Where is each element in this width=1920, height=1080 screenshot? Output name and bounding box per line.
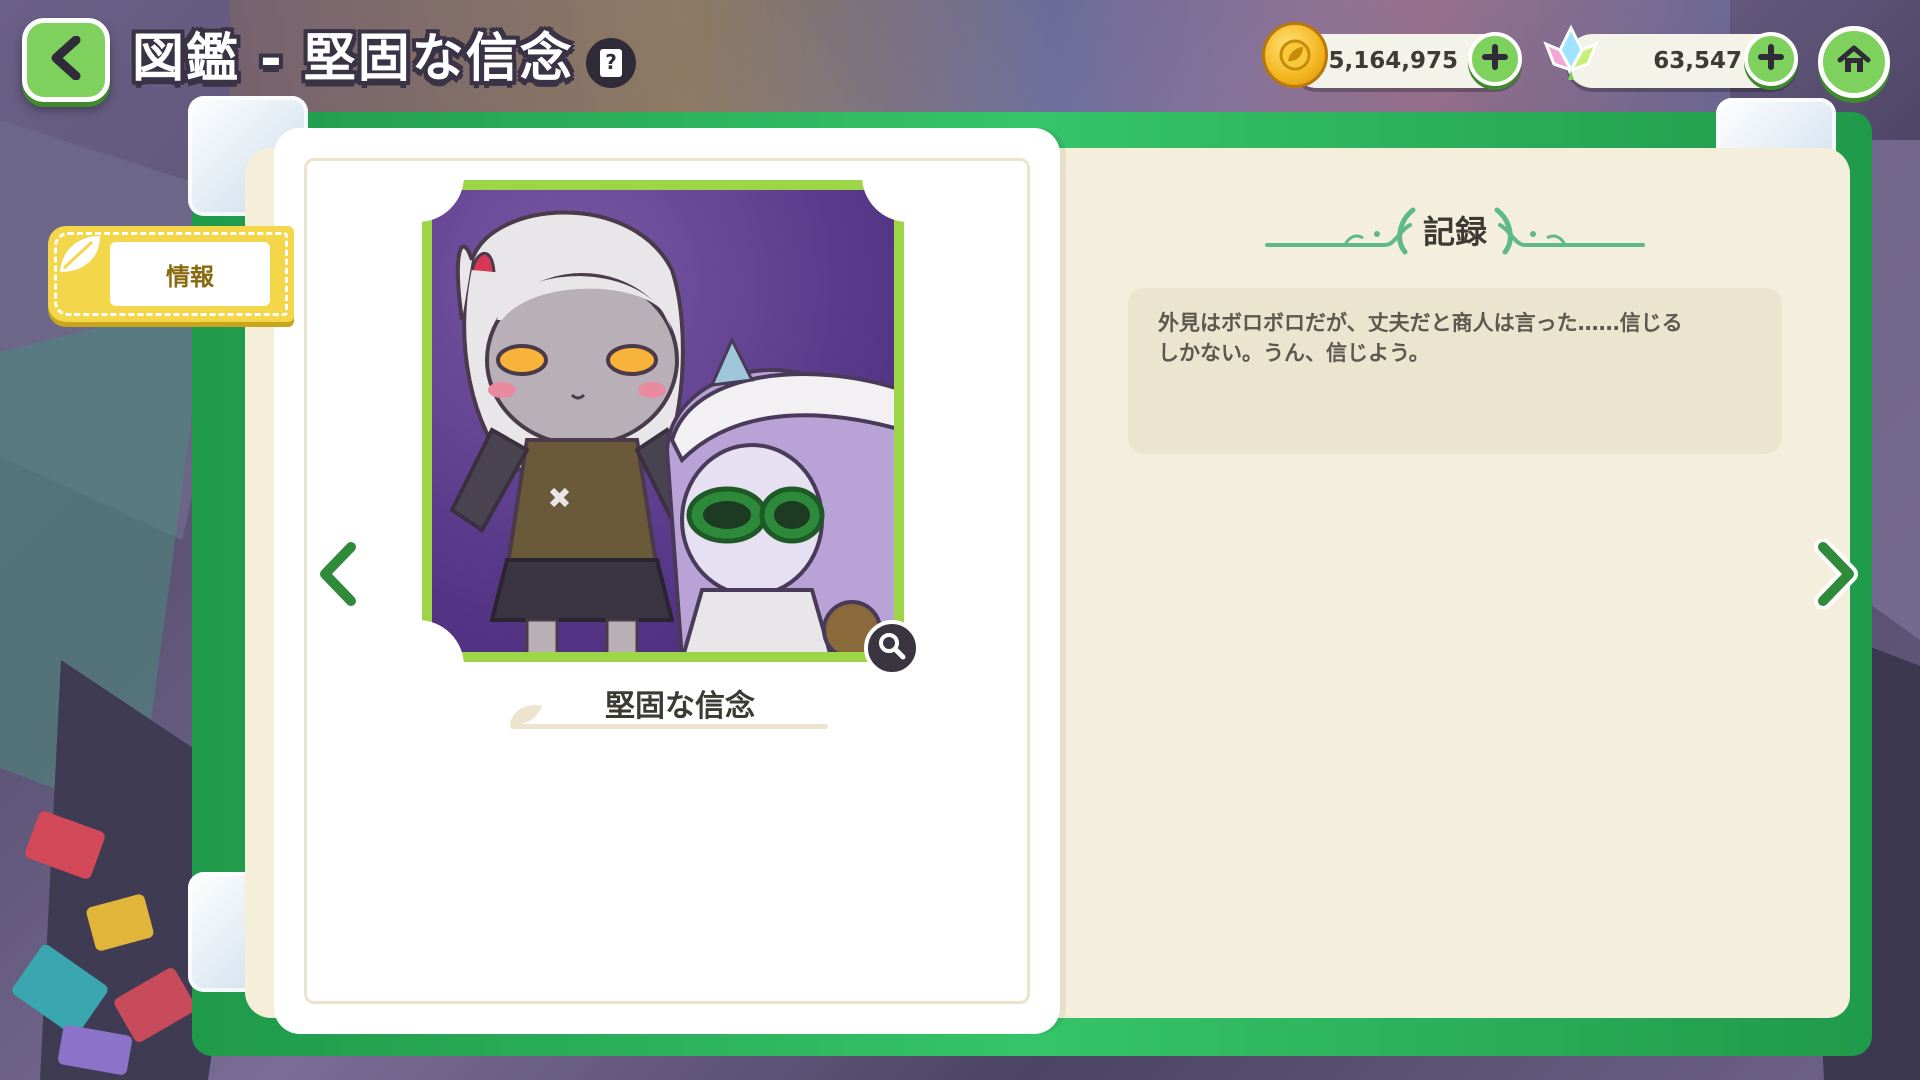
- record-text: 外見はボロボロだが、丈夫だと商人は言った……信じる しかない。うん、信じよう。: [1158, 311, 1683, 365]
- item-illustration: [418, 176, 908, 666]
- next-item-button[interactable]: [1806, 536, 1866, 616]
- tab-info-label: 情報: [110, 242, 270, 306]
- chevron-left-icon: [313, 538, 363, 613]
- chevron-right-icon: [1811, 538, 1861, 613]
- home-button[interactable]: [1818, 26, 1890, 98]
- zoom-button[interactable]: [864, 620, 920, 676]
- tab-info[interactable]: 情報: [48, 226, 294, 322]
- add-coins-button[interactable]: [1468, 32, 1522, 86]
- prev-item-button[interactable]: [308, 536, 368, 616]
- add-gems-button[interactable]: [1744, 32, 1798, 86]
- crystal-icon: [1538, 20, 1604, 86]
- chevron-left-icon: [48, 35, 84, 84]
- plus-icon: [1482, 44, 1508, 74]
- home-icon: [1837, 44, 1871, 80]
- back-button[interactable]: [22, 18, 110, 102]
- coin-icon: [1262, 22, 1328, 88]
- leaf-icon: [60, 236, 100, 272]
- magnifier-icon: [878, 632, 906, 664]
- plus-icon: [1758, 44, 1784, 74]
- question-icon: ?: [600, 49, 622, 77]
- item-name: 堅固な信念: [605, 689, 755, 724]
- help-button[interactable]: ?: [586, 38, 636, 88]
- page-title: 図鑑 - 堅固な信念: [132, 29, 574, 89]
- right-page: [1064, 152, 1850, 1018]
- record-title: 記録: [1422, 213, 1487, 251]
